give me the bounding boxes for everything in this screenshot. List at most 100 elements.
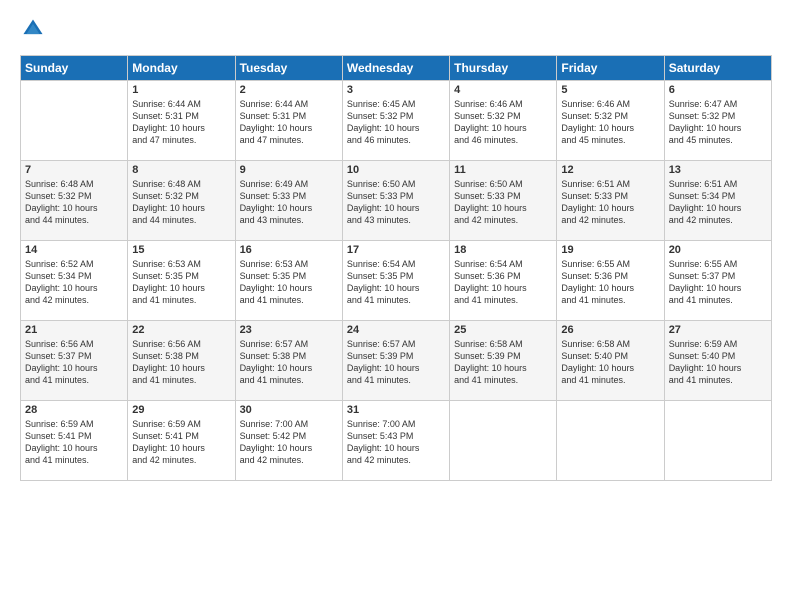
calendar-cell: 24 Sunrise: 6:57 AMSunset: 5:39 PMDayligh… <box>342 321 449 401</box>
calendar-cell: 20 Sunrise: 6:55 AMSunset: 5:37 PMDayligh… <box>664 241 771 321</box>
calendar-week-row: 1Sunrise: 6:44 AMSunset: 5:31 PMDaylight… <box>21 81 772 161</box>
day-info: Sunrise: 6:55 AMSunset: 5:37 PMDaylight:… <box>669 258 767 307</box>
weekday-header-cell: Tuesday <box>235 56 342 81</box>
calendar-cell: 27Sunrise: 6:59 AMSunset: 5:40 PMDayligh… <box>664 321 771 401</box>
calendar-cell: 22 Sunrise: 6:56 AMSunset: 5:38 PMDayligh… <box>128 321 235 401</box>
day-number: 27 <box>669 324 767 336</box>
day-number: 6 <box>669 84 767 96</box>
calendar-cell: 12 Sunrise: 6:51 AMSunset: 5:33 PMDayligh… <box>557 161 664 241</box>
day-number: 25 <box>454 324 552 336</box>
day-number: 18 <box>454 244 552 256</box>
calendar-week-row: 28 Sunrise: 6:59 AMSunset: 5:41 PMDayligh… <box>21 401 772 481</box>
day-info: Sunrise: 6:58 AMSunset: 5:39 PMDaylight:… <box>454 338 552 387</box>
day-info: Sunrise: 6:56 AMSunset: 5:38 PMDaylight:… <box>132 338 230 387</box>
calendar-cell <box>21 81 128 161</box>
calendar-cell: 11Sunrise: 6:50 AMSunset: 5:33 PMDayligh… <box>450 161 557 241</box>
calendar-cell: 2Sunrise: 6:44 AMSunset: 5:31 PMDaylight… <box>235 81 342 161</box>
day-number: 8 <box>132 164 230 176</box>
day-info: Sunrise: 6:45 AMSunset: 5:32 PMDaylight:… <box>347 98 445 147</box>
day-info: Sunrise: 6:48 AMSunset: 5:32 PMDaylight:… <box>25 178 123 227</box>
day-info: Sunrise: 6:46 AMSunset: 5:32 PMDaylight:… <box>454 98 552 147</box>
day-number: 16 <box>240 244 338 256</box>
calendar-cell: 21Sunrise: 6:56 AMSunset: 5:37 PMDayligh… <box>21 321 128 401</box>
day-info: Sunrise: 6:51 AMSunset: 5:33 PMDaylight:… <box>561 178 659 227</box>
calendar-cell: 31 Sunrise: 7:00 AMSunset: 5:43 PMDayligh… <box>342 401 449 481</box>
calendar-cell: 5 Sunrise: 6:46 AMSunset: 5:32 PMDaylight… <box>557 81 664 161</box>
day-number: 19 <box>561 244 659 256</box>
calendar-table: SundayMondayTuesdayWednesdayThursdayFrid… <box>20 55 772 481</box>
calendar-cell: 19 Sunrise: 6:55 AMSunset: 5:36 PMDayligh… <box>557 241 664 321</box>
day-number: 21 <box>25 324 123 336</box>
day-info: Sunrise: 6:48 AMSunset: 5:32 PMDaylight:… <box>132 178 230 227</box>
calendar-cell: 23 Sunrise: 6:57 AMSunset: 5:38 PMDayligh… <box>235 321 342 401</box>
day-info: Sunrise: 6:50 AMSunset: 5:33 PMDaylight:… <box>347 178 445 227</box>
calendar-cell: 1Sunrise: 6:44 AMSunset: 5:31 PMDaylight… <box>128 81 235 161</box>
calendar-cell: 16Sunrise: 6:53 AMSunset: 5:35 PMDayligh… <box>235 241 342 321</box>
weekday-header-cell: Sunday <box>21 56 128 81</box>
day-number: 26 <box>561 324 659 336</box>
calendar-cell: 6 Sunrise: 6:47 AMSunset: 5:32 PMDaylight… <box>664 81 771 161</box>
calendar-week-row: 7 Sunrise: 6:48 AMSunset: 5:32 PMDaylight… <box>21 161 772 241</box>
calendar-cell: 28 Sunrise: 6:59 AMSunset: 5:41 PMDayligh… <box>21 401 128 481</box>
calendar-cell: 7 Sunrise: 6:48 AMSunset: 5:32 PMDaylight… <box>21 161 128 241</box>
calendar-cell: 9 Sunrise: 6:49 AMSunset: 5:33 PMDaylight… <box>235 161 342 241</box>
day-number: 7 <box>25 164 123 176</box>
day-number: 13 <box>669 164 767 176</box>
day-number: 2 <box>240 84 338 96</box>
day-info: Sunrise: 6:57 AMSunset: 5:39 PMDaylight:… <box>347 338 445 387</box>
calendar-cell: 26Sunrise: 6:58 AMSunset: 5:40 PMDayligh… <box>557 321 664 401</box>
day-number: 17 <box>347 244 445 256</box>
logo <box>20 18 44 45</box>
page: SundayMondayTuesdayWednesdayThursdayFrid… <box>0 0 792 612</box>
day-number: 12 <box>561 164 659 176</box>
calendar-cell: 29Sunrise: 6:59 AMSunset: 5:41 PMDayligh… <box>128 401 235 481</box>
calendar-cell: 17 Sunrise: 6:54 AMSunset: 5:35 PMDayligh… <box>342 241 449 321</box>
calendar-cell: 25 Sunrise: 6:58 AMSunset: 5:39 PMDayligh… <box>450 321 557 401</box>
calendar-cell: 14 Sunrise: 6:52 AMSunset: 5:34 PMDayligh… <box>21 241 128 321</box>
day-number: 14 <box>25 244 123 256</box>
day-info: Sunrise: 6:57 AMSunset: 5:38 PMDaylight:… <box>240 338 338 387</box>
day-info: Sunrise: 6:46 AMSunset: 5:32 PMDaylight:… <box>561 98 659 147</box>
day-number: 30 <box>240 404 338 416</box>
day-number: 4 <box>454 84 552 96</box>
header <box>20 18 772 45</box>
calendar-cell: 4 Sunrise: 6:46 AMSunset: 5:32 PMDaylight… <box>450 81 557 161</box>
calendar-cell: 8 Sunrise: 6:48 AMSunset: 5:32 PMDaylight… <box>128 161 235 241</box>
weekday-header-cell: Wednesday <box>342 56 449 81</box>
day-info: Sunrise: 6:54 AMSunset: 5:36 PMDaylight:… <box>454 258 552 307</box>
day-info: Sunrise: 7:00 AMSunset: 5:43 PMDaylight:… <box>347 418 445 467</box>
day-number: 28 <box>25 404 123 416</box>
calendar-cell: 30Sunrise: 7:00 AMSunset: 5:42 PMDayligh… <box>235 401 342 481</box>
calendar-cell: 15Sunrise: 6:53 AMSunset: 5:35 PMDayligh… <box>128 241 235 321</box>
calendar-cell <box>664 401 771 481</box>
day-info: Sunrise: 6:52 AMSunset: 5:34 PMDaylight:… <box>25 258 123 307</box>
day-number: 11 <box>454 164 552 176</box>
day-number: 23 <box>240 324 338 336</box>
calendar-cell: 18 Sunrise: 6:54 AMSunset: 5:36 PMDayligh… <box>450 241 557 321</box>
calendar-cell <box>450 401 557 481</box>
day-info: Sunrise: 6:55 AMSunset: 5:36 PMDaylight:… <box>561 258 659 307</box>
calendar-cell: 3Sunrise: 6:45 AMSunset: 5:32 PMDaylight… <box>342 81 449 161</box>
day-info: Sunrise: 6:53 AMSunset: 5:35 PMDaylight:… <box>132 258 230 307</box>
day-number: 5 <box>561 84 659 96</box>
day-info: Sunrise: 6:47 AMSunset: 5:32 PMDaylight:… <box>669 98 767 147</box>
day-number: 20 <box>669 244 767 256</box>
weekday-header-cell: Saturday <box>664 56 771 81</box>
day-info: Sunrise: 6:59 AMSunset: 5:41 PMDaylight:… <box>25 418 123 467</box>
day-info: Sunrise: 6:54 AMSunset: 5:35 PMDaylight:… <box>347 258 445 307</box>
weekday-header-cell: Thursday <box>450 56 557 81</box>
calendar-body: 1Sunrise: 6:44 AMSunset: 5:31 PMDaylight… <box>21 81 772 481</box>
day-info: Sunrise: 6:49 AMSunset: 5:33 PMDaylight:… <box>240 178 338 227</box>
day-number: 9 <box>240 164 338 176</box>
day-number: 22 <box>132 324 230 336</box>
day-info: Sunrise: 6:44 AMSunset: 5:31 PMDaylight:… <box>132 98 230 147</box>
weekday-header-cell: Friday <box>557 56 664 81</box>
logo-icon <box>22 18 44 40</box>
day-number: 29 <box>132 404 230 416</box>
day-number: 24 <box>347 324 445 336</box>
calendar-week-row: 21Sunrise: 6:56 AMSunset: 5:37 PMDayligh… <box>21 321 772 401</box>
day-number: 31 <box>347 404 445 416</box>
calendar-cell: 10Sunrise: 6:50 AMSunset: 5:33 PMDayligh… <box>342 161 449 241</box>
weekday-header-row: SundayMondayTuesdayWednesdayThursdayFrid… <box>21 56 772 81</box>
calendar-cell: 13Sunrise: 6:51 AMSunset: 5:34 PMDayligh… <box>664 161 771 241</box>
